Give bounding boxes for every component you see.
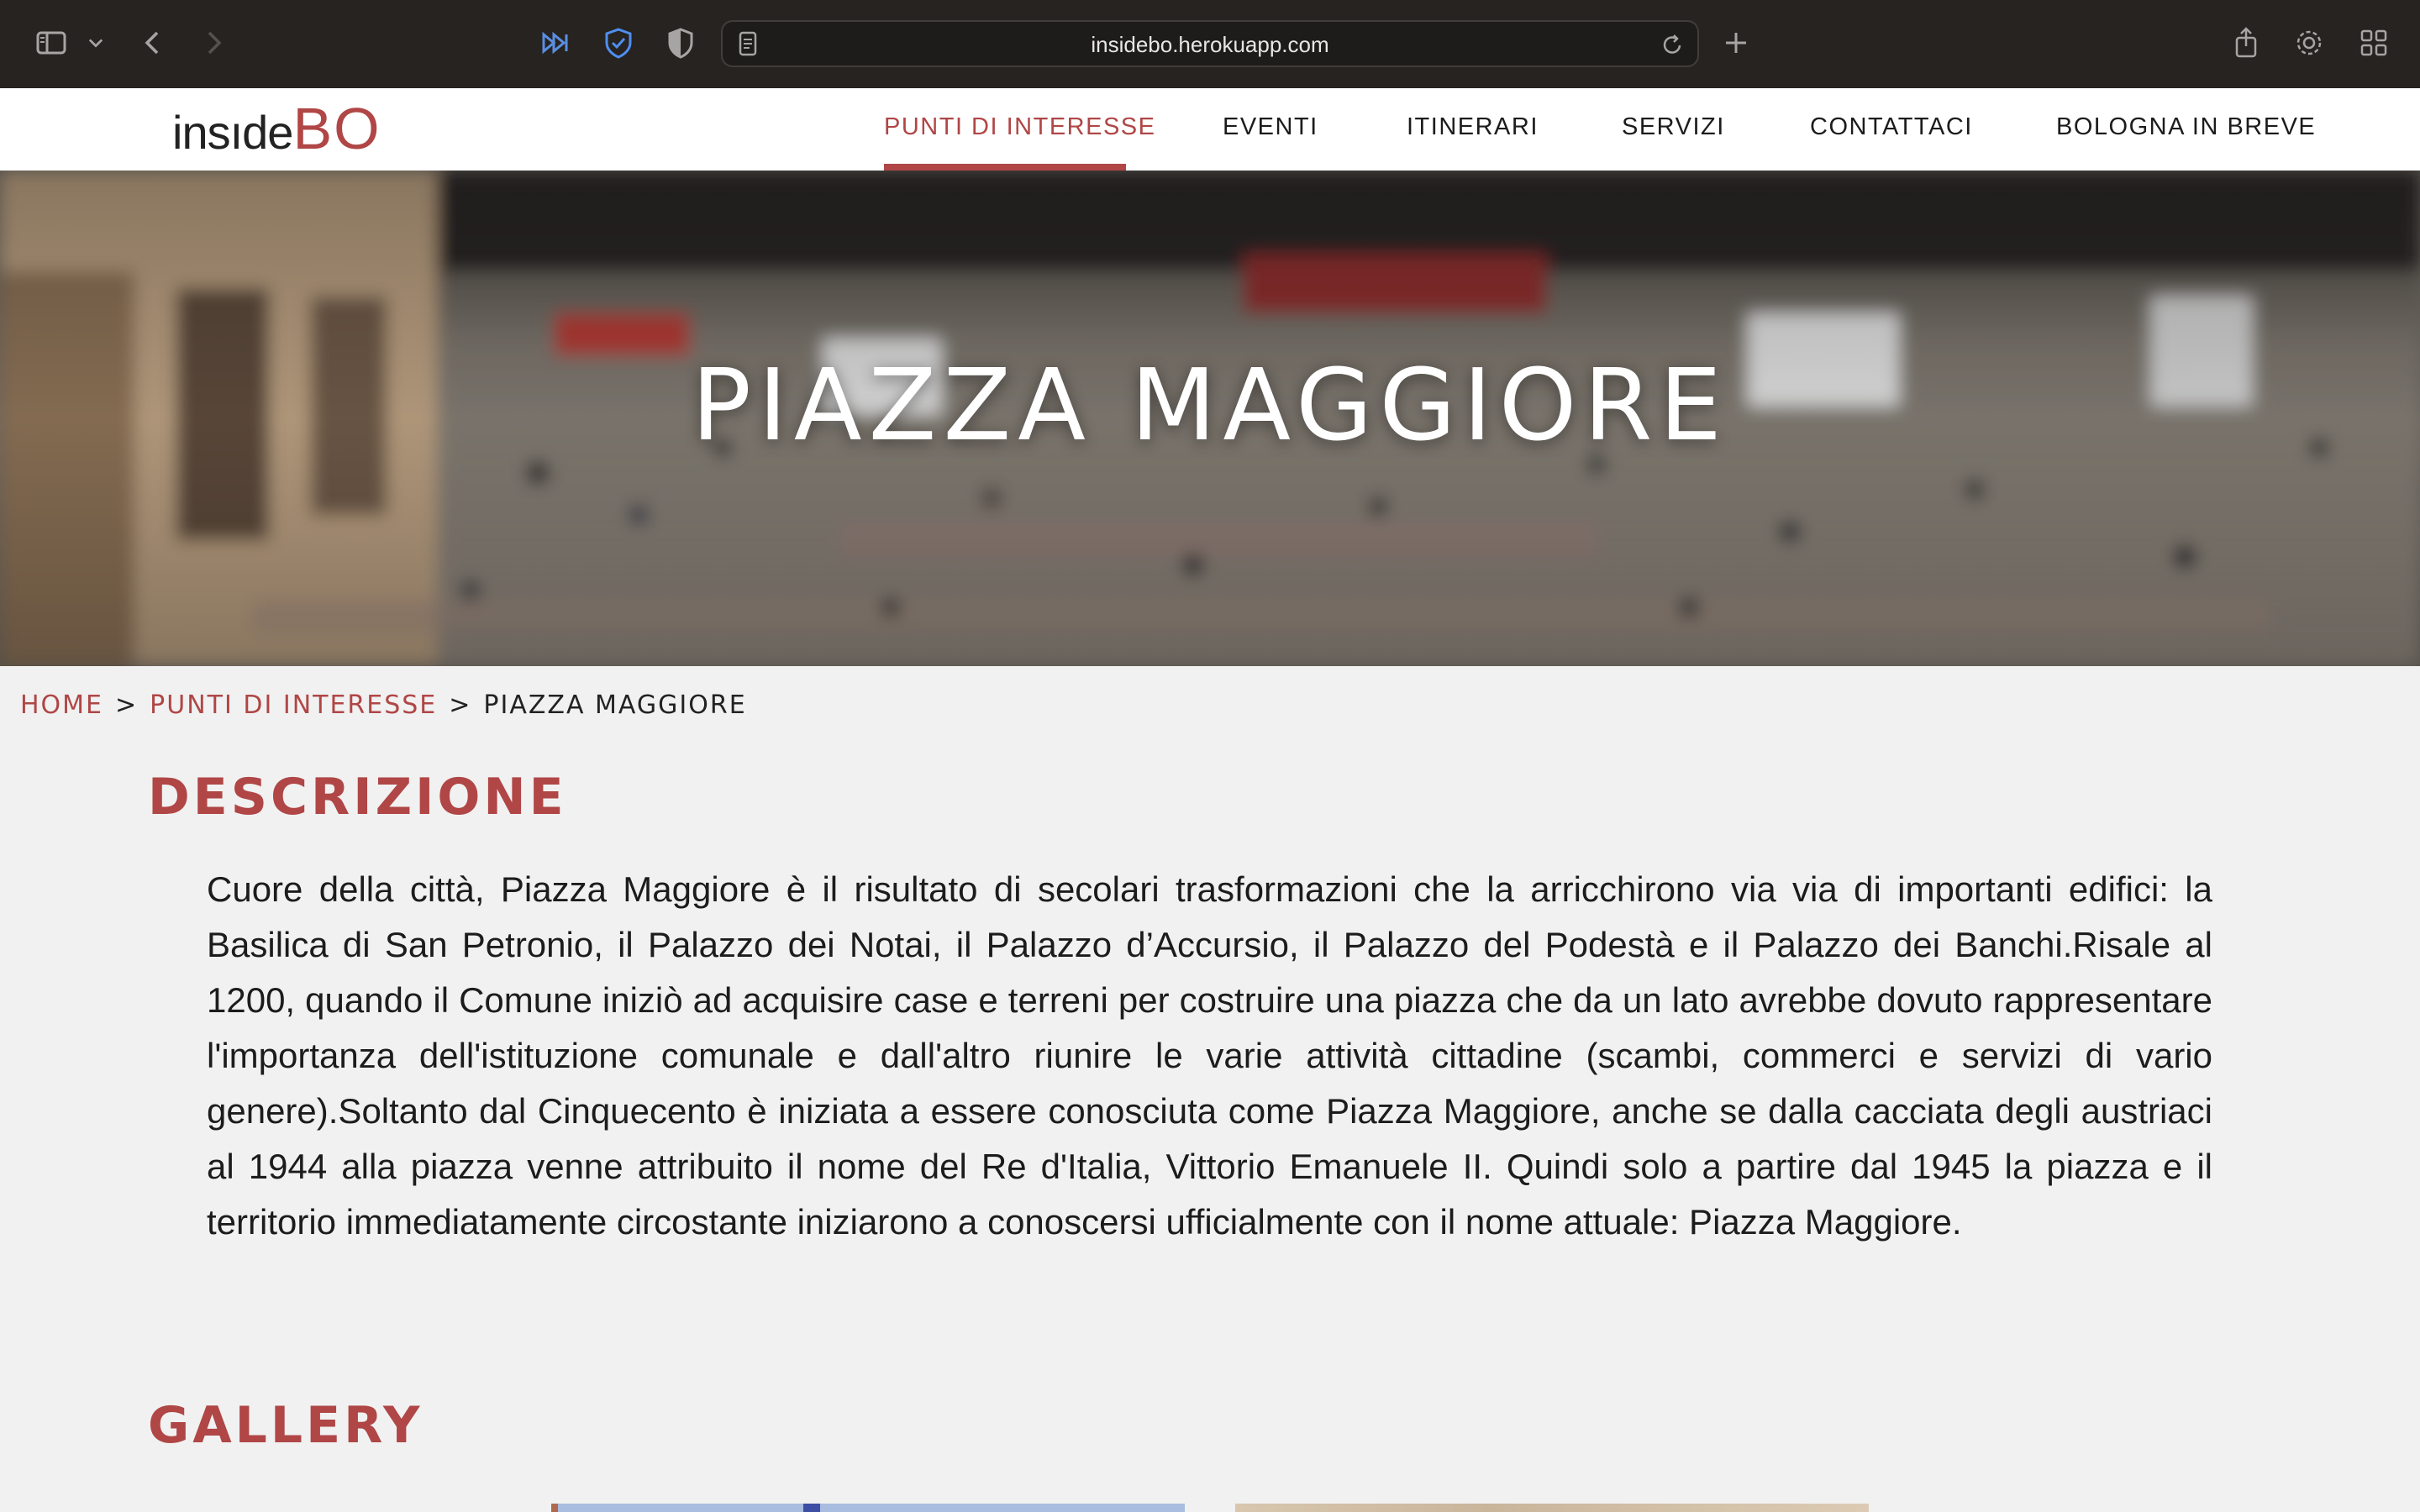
gear-icon[interactable] [2288, 22, 2330, 64]
nav-item-punti-di-interesse[interactable]: PUNTI DI INTERESSE [884, 113, 1156, 141]
description-heading: DESCRIZIONE [148, 768, 567, 827]
nav-item-servizi[interactable]: SERVIZI [1622, 113, 1725, 141]
nav-item-contattaci[interactable]: CONTATTACI [1810, 113, 1973, 141]
breadcrumb-current: PIAZZA MAGGIORE [483, 690, 747, 720]
breadcrumb-separator: > [449, 690, 472, 720]
nav-active-indicator [884, 164, 1126, 171]
gallery-image[interactable] [551, 1504, 1185, 1512]
back-icon[interactable] [133, 22, 175, 64]
reload-icon[interactable] [1655, 24, 1689, 66]
nav-item-itinerari[interactable]: ITINERARI [1407, 113, 1539, 141]
nav-item-bologna-in-breve[interactable]: BOLOGNA IN BREVE [2056, 113, 2316, 141]
privacy-icon[interactable] [660, 22, 702, 64]
hero-banner: PIAZZA MAGGIORE [0, 171, 2420, 666]
chevron-down-icon[interactable] [81, 22, 111, 64]
forward-icon[interactable] [192, 22, 234, 64]
site-logo[interactable]: insıdeBO [172, 95, 381, 162]
shield-icon[interactable] [597, 22, 639, 64]
extension-icon[interactable] [534, 22, 576, 64]
description-text: Cuore della città, Piazza Maggiore è il … [207, 869, 2212, 1242]
nav-item-eventi[interactable]: EVENTI [1223, 113, 1318, 141]
gallery-image[interactable] [1235, 1504, 1869, 1512]
logo-text-inside: insıde [172, 106, 293, 159]
gallery-heading: GALLERY [148, 1396, 424, 1455]
new-tab-icon[interactable] [1715, 22, 1757, 64]
breadcrumb: HOME > PUNTI DI INTERESSE > PIAZZA MAGGIORE [20, 690, 747, 720]
address-bar[interactable]: insidebo.herokuapp.com [721, 20, 1699, 67]
hero-title: PIAZZA MAGGIORE [691, 347, 1729, 463]
breadcrumb-separator: > [115, 690, 139, 720]
browser-toolbar: insidebo.herokuapp.com [0, 0, 2420, 88]
breadcrumb-home-link[interactable]: HOME [20, 690, 103, 720]
breadcrumb-section-link[interactable]: PUNTI DI INTERESSE [150, 690, 437, 720]
logo-text-bo: BO [292, 96, 381, 161]
url-text: insidebo.herokuapp.com [1091, 32, 1329, 57]
tab-overview-icon[interactable] [2353, 22, 2395, 64]
share-icon[interactable] [2225, 22, 2267, 64]
sidebar-icon[interactable] [30, 22, 72, 64]
site-header: insıdeBO PUNTI DI INTERESSE EVENTI ITINE… [0, 88, 2420, 171]
